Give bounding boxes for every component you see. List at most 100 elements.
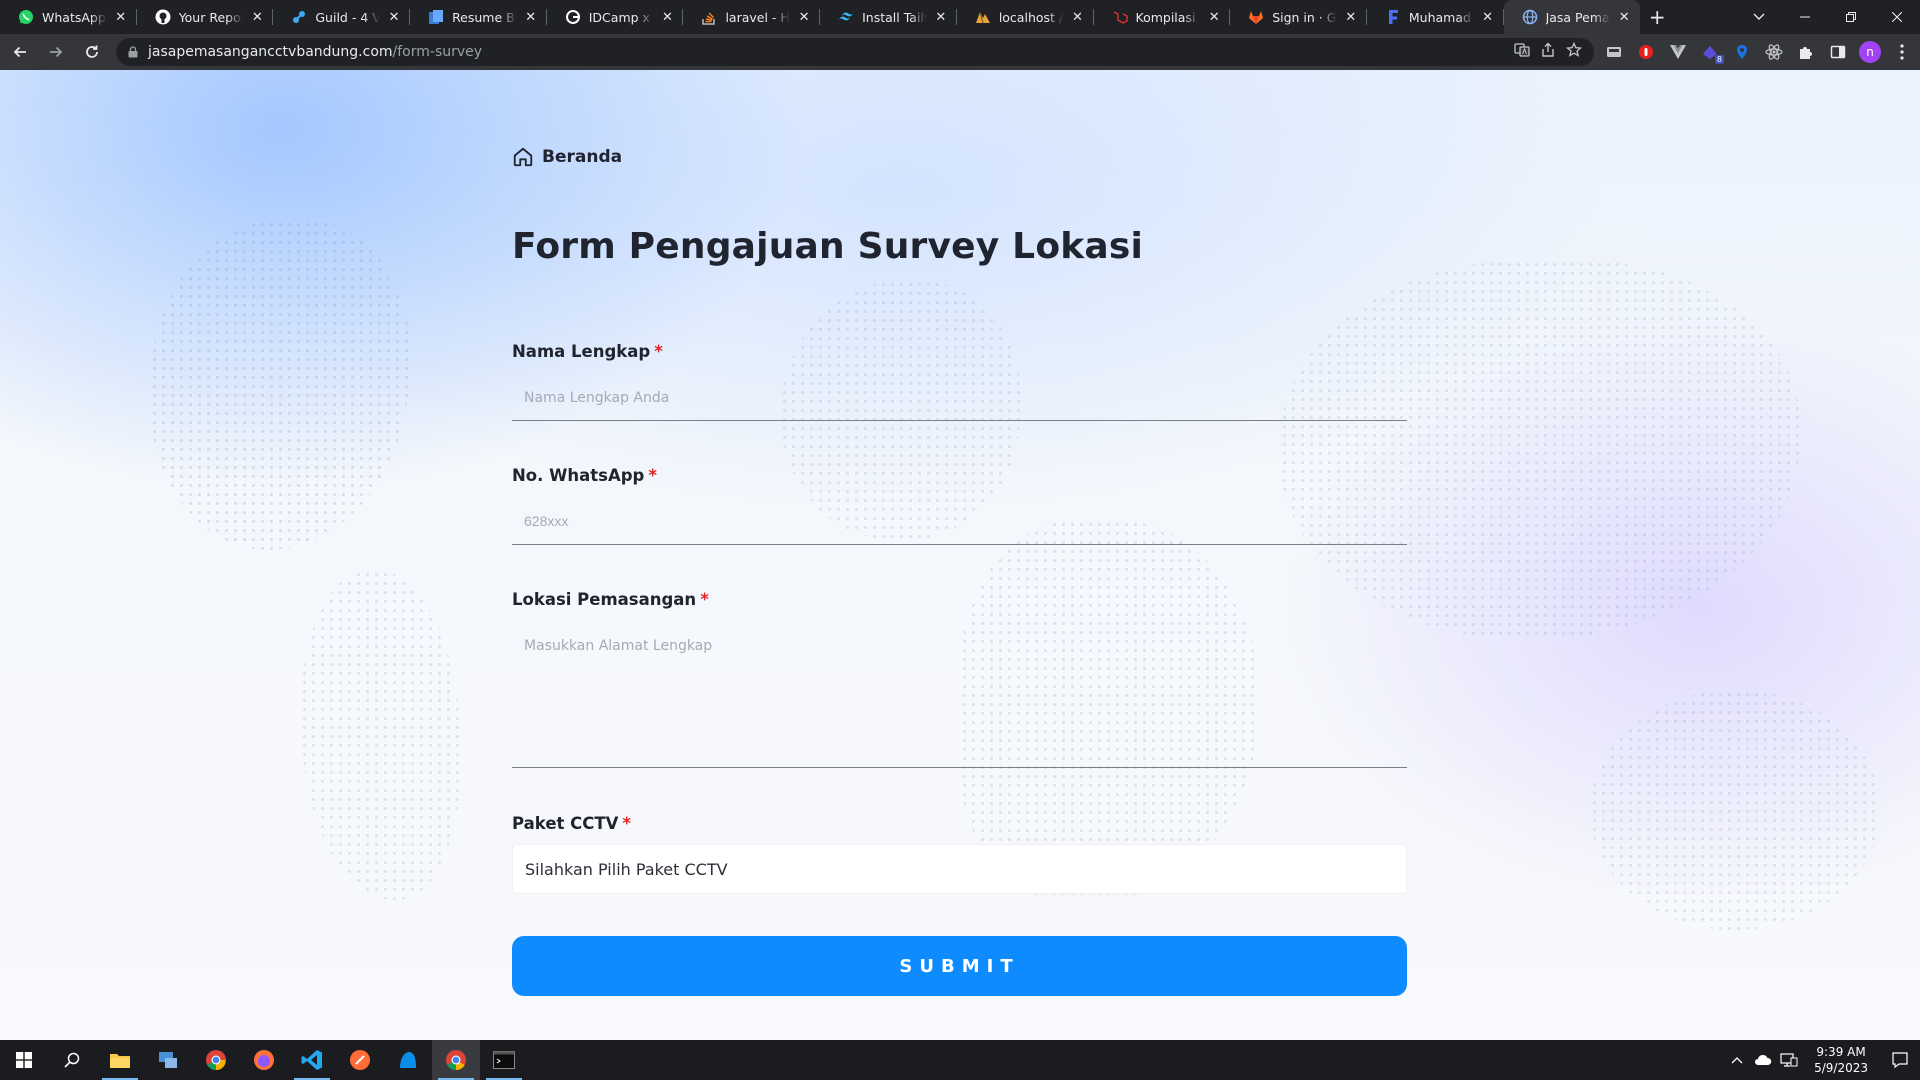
taskbar-postman[interactable] (336, 1040, 384, 1080)
whatsapp-input[interactable] (512, 499, 1407, 545)
page-viewport: Beranda Form Pengajuan Survey Lokasi Nam… (0, 70, 1920, 1040)
taskbar-firefox[interactable] (240, 1040, 288, 1080)
browser-tab[interactable]: Muhamad Ihs ✕ (1367, 0, 1504, 34)
restore-button[interactable] (1828, 0, 1874, 34)
world-map-decoration (1280, 260, 1800, 640)
browser-tab[interactable]: Sign in · GitLa ✕ (1230, 0, 1367, 34)
profile-avatar[interactable]: n (1858, 40, 1882, 64)
start-button[interactable] (0, 1040, 48, 1080)
react-devtools-icon[interactable] (1762, 40, 1786, 64)
postman-icon (350, 1050, 370, 1070)
taskbar-chrome[interactable] (192, 1040, 240, 1080)
browser-tab[interactable]: Install Tailwin ✕ (820, 0, 957, 34)
translate-icon[interactable] (1514, 42, 1530, 62)
lokasi-textarea[interactable] (512, 624, 1407, 768)
firefox-icon (254, 1050, 274, 1070)
home-link[interactable]: Beranda (512, 146, 622, 168)
tab-title: Guild - 4 Visio (315, 9, 381, 25)
tab-title: Jasa Pemasan (1545, 9, 1611, 25)
cast-extension-icon[interactable] (1602, 40, 1626, 64)
tab-search-button[interactable] (1736, 0, 1782, 34)
clock-date: 5/9/2023 (1814, 1061, 1868, 1075)
vue-devtools-icon[interactable] (1666, 40, 1690, 64)
tab-close-icon[interactable]: ✕ (796, 9, 812, 25)
extensions-puzzle-icon[interactable] (1794, 40, 1818, 64)
whatsapp-icon (18, 9, 34, 25)
close-window-button[interactable] (1874, 0, 1920, 34)
paket-select[interactable]: Silahkan Pilih Paket CCTV (512, 844, 1407, 894)
browser-menu-button[interactable] (1890, 40, 1914, 64)
tab-close-icon[interactable]: ✕ (933, 9, 949, 25)
tab-close-icon[interactable]: ✕ (1206, 9, 1222, 25)
taskbar-app[interactable] (144, 1040, 192, 1080)
vscode-icon (301, 1050, 322, 1070)
required-marker: * (648, 466, 657, 485)
network-icon[interactable] (1776, 1053, 1802, 1067)
tab-close-icon[interactable]: ✕ (1070, 9, 1086, 25)
chevron-down-icon (1753, 13, 1765, 20)
side-panel-icon[interactable] (1826, 40, 1850, 64)
window-controls (1736, 0, 1920, 34)
tab-close-icon[interactable]: ✕ (1616, 9, 1632, 25)
taskbar-app-blue[interactable] (384, 1040, 432, 1080)
taskbar-terminal[interactable] (480, 1040, 528, 1080)
back-button[interactable] (4, 36, 36, 68)
new-tab-button[interactable]: + (1640, 0, 1674, 34)
paket-label: Paket CCTV * (512, 814, 631, 833)
browser-tab[interactable]: Resume Build ✕ (410, 0, 547, 34)
browser-tab[interactable]: Kompilasi Aso ✕ (1094, 0, 1231, 34)
tab-close-icon[interactable]: ✕ (523, 9, 539, 25)
search-button[interactable] (48, 1040, 96, 1080)
world-map-decoration (150, 220, 410, 550)
tab-close-icon[interactable]: ✕ (386, 9, 402, 25)
submit-button[interactable]: SUBMIT (512, 936, 1407, 996)
taskbar-chrome-active[interactable] (432, 1040, 480, 1080)
paket-selected-value: Silahkan Pilih Paket CCTV (525, 859, 728, 879)
browser-tab[interactable]: Guild - 4 Visio ✕ (273, 0, 411, 34)
pin-extension-icon[interactable] (1730, 40, 1754, 64)
browser-tab[interactable]: laravel - How ✕ (683, 0, 821, 34)
tab-title: Muhamad Ihs (1408, 9, 1474, 25)
share-icon[interactable] (1540, 42, 1556, 62)
tab-title: Install Tailwin (862, 9, 927, 25)
red-extension-icon[interactable] (1634, 40, 1658, 64)
tray-chevron-up-icon[interactable] (1724, 1056, 1750, 1064)
tab-active[interactable]: Jasa Pemasan ✕ (1503, 0, 1641, 34)
extension-badge: 8 (1714, 55, 1724, 64)
tab-close-icon[interactable]: ✕ (1343, 9, 1359, 25)
chrome-icon (206, 1050, 226, 1071)
browser-tab[interactable]: Your Reposito ✕ (137, 0, 274, 34)
whatsapp-label-text: No. WhatsApp (512, 466, 645, 485)
windows-logo-icon (16, 1052, 32, 1068)
url-path: /form-survey (392, 44, 483, 60)
forward-button[interactable] (40, 36, 72, 68)
lock-icon[interactable] (128, 46, 138, 58)
browser-tab[interactable]: IDCamp x KA ✕ (547, 0, 684, 34)
badge-extension-icon[interactable]: 8 (1698, 40, 1724, 64)
idcamp-icon (565, 9, 581, 25)
browser-tab[interactable]: WhatsApp ✕ (0, 0, 137, 34)
gitlab-icon (1248, 9, 1264, 25)
extensions-bar: 8 n (1602, 40, 1914, 64)
nama-input[interactable] (512, 375, 1407, 421)
tab-close-icon[interactable]: ✕ (659, 9, 675, 25)
tab-close-icon[interactable]: ✕ (113, 9, 129, 25)
taskbar-vscode[interactable] (288, 1040, 336, 1080)
tab-close-icon[interactable]: ✕ (249, 9, 265, 25)
browser-tab[interactable]: localhost / loc ✕ (957, 0, 1094, 34)
bookmark-star-icon[interactable] (1565, 41, 1583, 62)
onedrive-cloud-icon[interactable] (1750, 1054, 1776, 1066)
taskbar-clock[interactable]: 9:39 AM 5/9/2023 (1802, 1044, 1880, 1076)
reload-button[interactable] (76, 36, 108, 68)
address-bar[interactable]: jasapemasangancctvbandung.com/form-surve… (116, 38, 1594, 66)
arrow-right-icon (50, 46, 63, 58)
tab-close-icon[interactable]: ✕ (1480, 9, 1496, 25)
lokasi-label-text: Lokasi Pemasangan (512, 590, 697, 609)
taskbar-file-explorer[interactable] (96, 1040, 144, 1080)
browser-toolbar: jasapemasangancctvbandung.com/form-surve… (0, 34, 1920, 70)
notification-center-button[interactable] (1880, 1040, 1920, 1080)
globe-icon (1522, 9, 1538, 25)
required-marker: * (700, 590, 709, 609)
minimize-button[interactable] (1782, 0, 1828, 34)
tab-title: Kompilasi Aso (1135, 9, 1201, 25)
